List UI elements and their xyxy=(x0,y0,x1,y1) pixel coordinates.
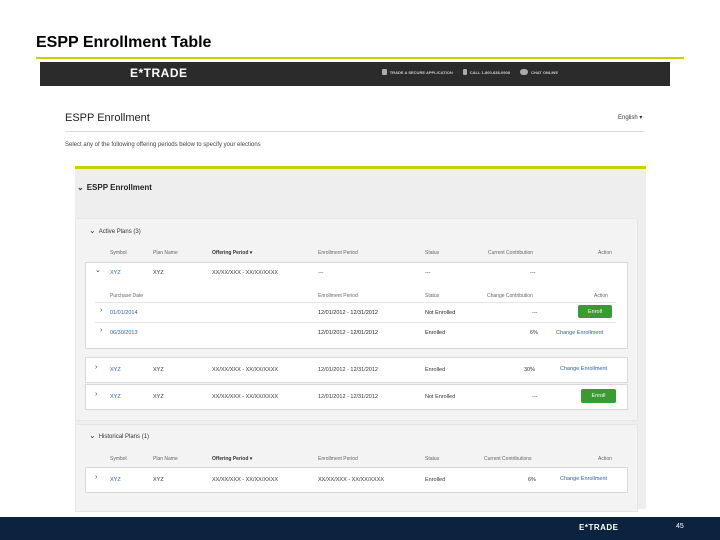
chevron-right-icon[interactable]: › xyxy=(95,364,97,371)
row-symbol: XYZ xyxy=(110,270,121,276)
chevron-down-icon: ⌄ xyxy=(77,183,84,192)
etrade-logo[interactable]: E*TRADE xyxy=(130,66,188,80)
chevron-down-icon: ⌄ xyxy=(89,226,96,235)
sub-row-purchase-date: 06/30/2013 xyxy=(110,330,138,336)
chevron-right-icon[interactable]: › xyxy=(100,307,102,314)
enroll-button[interactable]: Enroll xyxy=(581,389,616,403)
sub-row-contribution: --- xyxy=(532,310,538,316)
col-symbol: Symbol xyxy=(110,250,127,256)
col-symbol: Symbol xyxy=(110,456,127,462)
sub-row-enrollment-period: 12/01/2012 - 12/01/2012 xyxy=(318,330,378,336)
heading-divider xyxy=(65,131,645,132)
col-action: Action xyxy=(598,250,612,256)
row-offering-period: XX/XX/XXX - XX/XX/XXXX xyxy=(212,477,279,483)
row-contribution: --- xyxy=(530,270,536,276)
secure-application-link[interactable]: TRADE A SECURE APPLICATION xyxy=(381,69,453,75)
change-enrollment-link[interactable]: Change Enrollment xyxy=(556,330,603,336)
row-status: Not Enrolled xyxy=(425,394,456,400)
slide-footer: E*TRADE 45 xyxy=(0,517,720,540)
chevron-right-icon[interactable]: › xyxy=(100,327,102,334)
row-status: --- xyxy=(425,270,431,276)
title-divider xyxy=(36,57,684,59)
row-plan-name: XYZ xyxy=(153,477,164,483)
row-contribution: --- xyxy=(532,394,538,400)
row-status: Enrolled xyxy=(425,367,446,373)
col-action: Action xyxy=(598,456,612,462)
chat-online-link[interactable]: CHAT ONLINE xyxy=(519,69,558,75)
row-enrollment-period: 12/01/2012 - 12/31/2012 xyxy=(318,367,378,373)
col-plan-name: Plan Name xyxy=(153,456,178,462)
chevron-right-icon[interactable]: › xyxy=(95,391,97,398)
row-status: Enrolled xyxy=(425,477,446,483)
slide-title: ESPP Enrollment Table xyxy=(36,34,212,51)
lock-icon xyxy=(381,69,387,75)
col-enrollment-period: Enrollment Period xyxy=(318,456,358,462)
historical-plans-toggle[interactable]: ⌄ Historical Plans (1) xyxy=(89,431,149,440)
col-offering-period[interactable]: Offering Period ▾ xyxy=(212,250,252,256)
sub-divider xyxy=(95,302,616,303)
row-plan-name: XYZ xyxy=(153,394,164,400)
row-plan-name: XYZ xyxy=(153,270,164,276)
row-offering-period: XX/XX/XXX - XX/XX/XXXX xyxy=(212,367,279,373)
sub-row-enrollment-period: 12/01/2012 - 12/31/2012 xyxy=(318,310,378,316)
change-enrollment-link[interactable]: Change Enrollment xyxy=(560,366,607,372)
page-heading: ESPP Enrollment xyxy=(65,112,150,124)
row-enrollment-period: --- xyxy=(318,270,324,276)
row-symbol: XYZ xyxy=(110,367,121,373)
row-symbol: XYZ xyxy=(110,477,121,483)
sub-row-purchase-date: 01/01/2014 xyxy=(110,310,138,316)
col-plan-name: Plan Name xyxy=(153,250,178,256)
col-enrollment-period: Enrollment Period xyxy=(318,250,358,256)
sub-col-status: Status xyxy=(425,293,440,299)
sub-row-status: Not Enrolled xyxy=(425,310,456,316)
chevron-down-icon: ▾ xyxy=(639,115,643,121)
panel-header[interactable]: ⌄ ESPP Enrollment xyxy=(77,183,152,192)
sub-col-contribution: Change Contribution xyxy=(487,293,533,299)
row-offering-period: XX/XX/XXX - XX/XX/XXXX xyxy=(212,394,279,400)
col-current-contribution: Current Contributions xyxy=(484,456,532,462)
sub-col-enrollment-period: Enrollment Period xyxy=(318,293,358,299)
col-status: Status xyxy=(425,456,440,462)
active-plans-toggle[interactable]: ⌄ Active Plans (3) xyxy=(89,226,141,235)
sub-row-status: Enrolled xyxy=(425,330,446,336)
etrade-header-bar: E*TRADE TRADE A SECURE APPLICATION CALL … xyxy=(40,62,670,86)
phone-icon xyxy=(462,69,467,75)
header-utilities: TRADE A SECURE APPLICATION CALL 1-800-83… xyxy=(381,69,558,75)
col-offering-period[interactable]: Offering Period ▾ xyxy=(212,456,252,462)
call-link[interactable]: CALL 1-800-838-0908 xyxy=(462,69,510,75)
chevron-down-icon: ⌄ xyxy=(89,431,96,440)
row-contribution: 30% xyxy=(524,367,536,373)
row-contribution: 6% xyxy=(528,477,536,483)
change-enrollment-link[interactable]: Change Enrollment xyxy=(560,476,607,482)
chevron-down-icon[interactable]: ⌄ xyxy=(95,266,101,274)
row-offering-period: XX/XX/XXX - XX/XX/XXXX xyxy=(212,270,279,276)
row-symbol: XYZ xyxy=(110,394,121,400)
sub-row-contribution: 6% xyxy=(530,330,538,336)
row-enrollment-period: XX/XX/XXX - XX/XX/XXXX xyxy=(318,477,385,483)
col-current-contribution: Current Contribution xyxy=(488,250,534,256)
sub-col-purchase-date: Purchase Date xyxy=(110,293,144,299)
footer-etrade-logo: E*TRADE xyxy=(579,523,619,532)
page-number: 45 xyxy=(676,523,684,530)
sub-divider xyxy=(95,322,616,323)
sub-col-action: Action xyxy=(594,293,608,299)
instructions-text: Select any of the following offering per… xyxy=(65,142,261,148)
enroll-button[interactable]: Enroll xyxy=(578,305,612,318)
chevron-right-icon[interactable]: › xyxy=(95,474,97,481)
chat-icon xyxy=(519,69,528,75)
col-status: Status xyxy=(425,250,440,256)
row-plan-name: XYZ xyxy=(153,367,164,373)
language-select[interactable]: English ▾ xyxy=(618,114,642,121)
row-enrollment-period: 12/01/2012 - 12/31/2012 xyxy=(318,394,378,400)
